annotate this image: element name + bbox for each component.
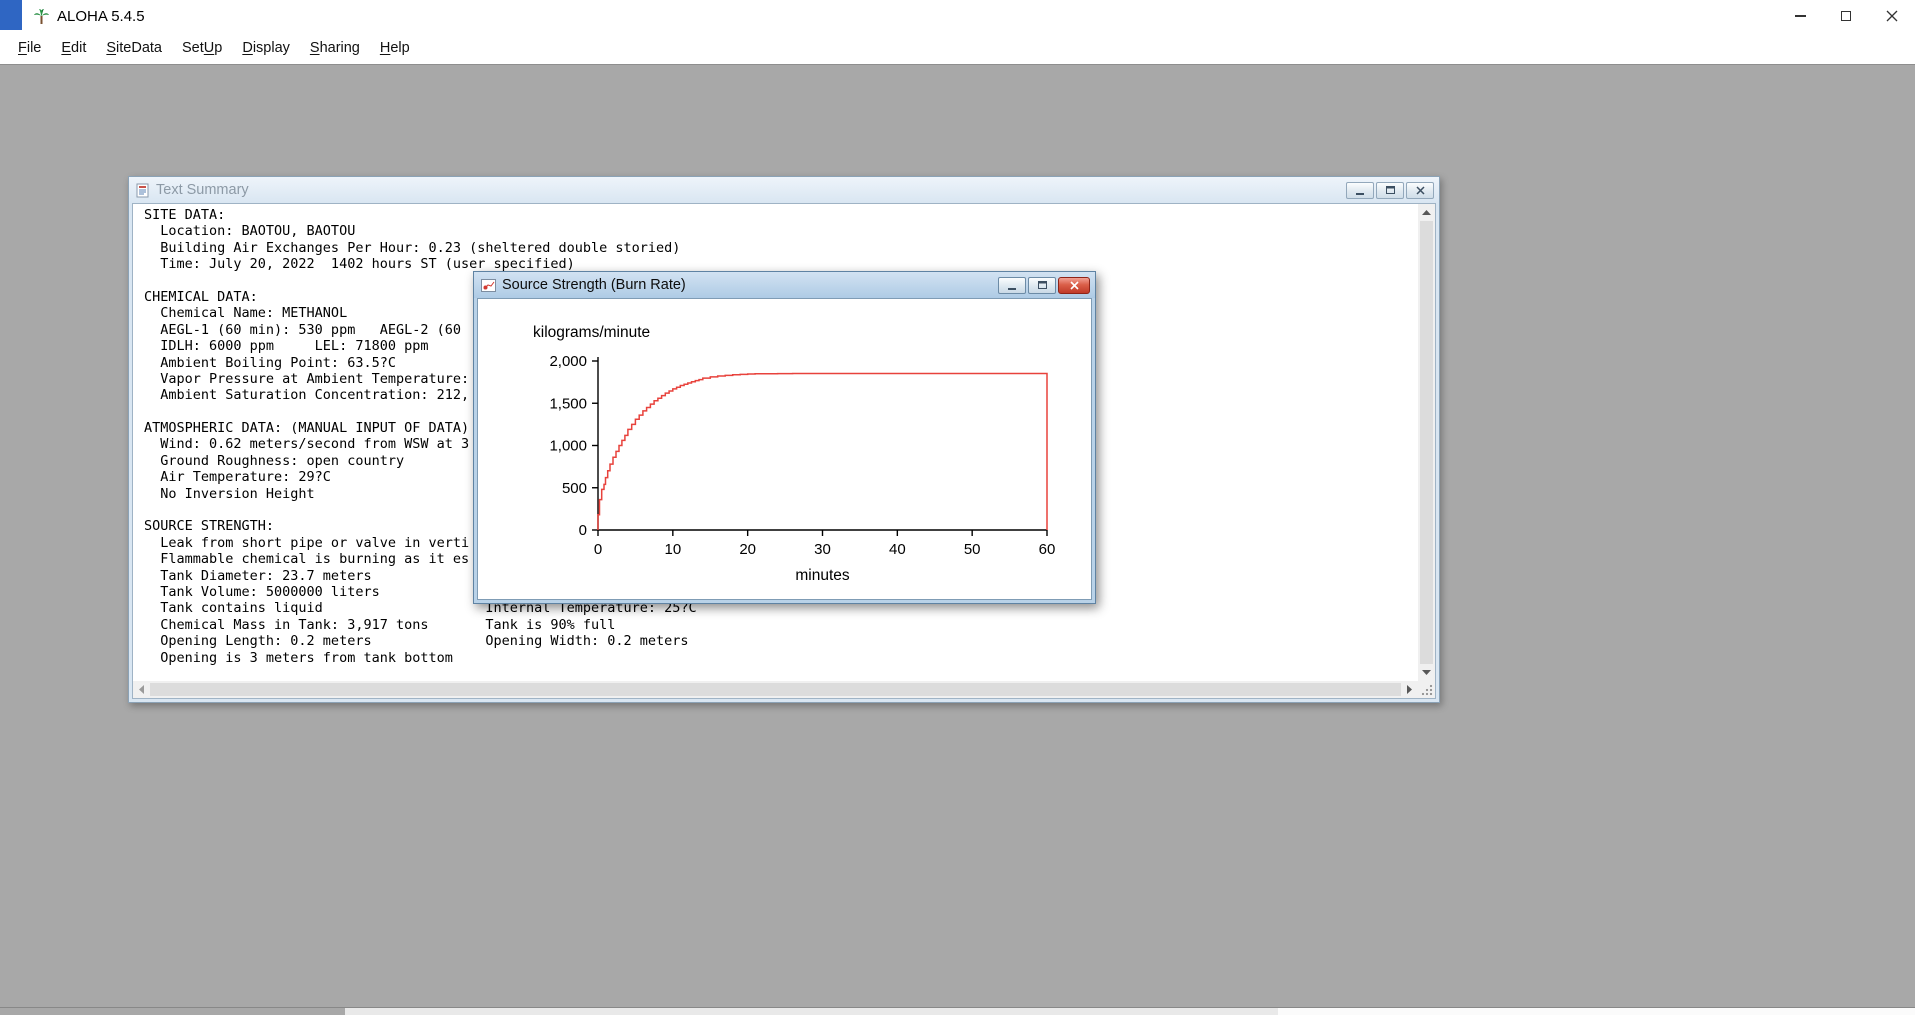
- menu-sitedata[interactable]: SiteData: [96, 35, 172, 61]
- resize-grip-icon: [1421, 684, 1433, 696]
- horizontal-scrollbar[interactable]: [133, 681, 1418, 698]
- menu-sharing[interactable]: Sharing: [300, 35, 370, 61]
- maximize-icon: [1385, 186, 1395, 194]
- scroll-down-button[interactable]: [1418, 664, 1435, 681]
- app-title: ALOHA 5.4.5: [57, 7, 145, 25]
- text-summary-titlebar[interactable]: Text Summary: [129, 177, 1439, 203]
- scroll-left-icon: [139, 685, 144, 694]
- menu-setup[interactable]: SetUp: [172, 35, 232, 61]
- text-summary-doc-icon: [136, 183, 150, 198]
- svg-text:1,500: 1,500: [549, 395, 587, 412]
- burn-rate-chart-icon: [481, 278, 496, 292]
- burn-rate-maximize-button[interactable]: [1028, 276, 1056, 294]
- scroll-right-icon: [1407, 685, 1412, 694]
- minimize-icon: [1356, 192, 1364, 195]
- burn-rate-titlebar[interactable]: Source Strength (Burn Rate): [474, 272, 1095, 298]
- summary-line: Location: BAOTOU, BAOTOU: [144, 223, 356, 240]
- scroll-up-icon: [1422, 210, 1431, 215]
- background-bottom-edge: [0, 1007, 1915, 1015]
- svg-text:minutes: minutes: [795, 567, 850, 584]
- menu-display[interactable]: Display: [232, 35, 300, 61]
- app-maximize-button[interactable]: [1823, 0, 1869, 32]
- svg-text:500: 500: [562, 480, 587, 497]
- app-window-controls: [1777, 0, 1915, 32]
- text-summary-maximize-button[interactable]: [1376, 181, 1404, 199]
- burn-rate-chart: 0 500 1,000 1,500 2,000 0 10 20 30 40 50 60 kilogram…: [533, 324, 1056, 584]
- svg-text:10: 10: [664, 541, 681, 558]
- horizontal-scrollbar-thumb[interactable]: [150, 683, 1401, 696]
- summary-line: Opening is 3 meters from tank bottom: [144, 649, 453, 666]
- burn-rate-chart-area: 0 500 1,000 1,500 2,000 0 10 20 30 40 50 60 kilogram…: [477, 298, 1092, 600]
- text-summary-window-controls: [1346, 181, 1434, 199]
- app-minimize-button[interactable]: [1777, 0, 1823, 32]
- burn-rate-close-button[interactable]: [1058, 276, 1090, 294]
- close-icon: [1069, 280, 1079, 290]
- summary-line: Building Air Exchanges Per Hour: 0.23 (s…: [144, 239, 681, 256]
- summary-line: Opening Length: 0.2 meters Opening Width…: [144, 633, 689, 650]
- scroll-left-button[interactable]: [133, 681, 150, 698]
- mdi-area: Text Summary SITE DATA: Location: BAOTOU…: [0, 64, 1915, 1007]
- svg-text:40: 40: [889, 541, 906, 558]
- resize-grip[interactable]: [1418, 681, 1435, 698]
- menu-file[interactable]: File: [8, 35, 51, 61]
- text-summary-minimize-button[interactable]: [1346, 181, 1374, 199]
- text-summary-close-button[interactable]: [1406, 181, 1434, 199]
- summary-line: Chemical Mass in Tank: 3,917 tons Tank i…: [144, 616, 616, 633]
- burn-rate-minimize-button[interactable]: [998, 276, 1026, 294]
- burn-rate-title: Source Strength (Burn Rate): [502, 277, 686, 293]
- scroll-up-button[interactable]: [1418, 204, 1435, 221]
- vertical-scrollbar[interactable]: [1418, 204, 1435, 681]
- menu-edit[interactable]: Edit: [51, 35, 96, 61]
- svg-text:20: 20: [739, 541, 756, 558]
- text-summary-title: Text Summary: [156, 182, 249, 198]
- svg-text:0: 0: [594, 541, 602, 558]
- vertical-scrollbar-thumb[interactable]: [1420, 221, 1433, 664]
- burn-rate-window: Source Strength (Burn Rate) 0 500 1,000 …: [473, 271, 1096, 604]
- maximize-icon: [1841, 11, 1851, 21]
- aloha-app-icon: [33, 8, 50, 25]
- minimize-icon: [1794, 15, 1806, 17]
- burn-rate-window-controls: [998, 276, 1090, 294]
- maximize-icon: [1037, 281, 1047, 289]
- background-strip-white: [1278, 1008, 1915, 1015]
- background-window-corner: [0, 0, 22, 30]
- summary-line: SITE DATA:: [144, 207, 226, 223]
- menu-help[interactable]: Help: [370, 35, 420, 61]
- svg-text:2,000: 2,000: [549, 353, 587, 370]
- svg-text:0: 0: [579, 522, 587, 539]
- scroll-right-button[interactable]: [1401, 681, 1418, 698]
- background-strip-light: [345, 1008, 1278, 1015]
- svg-text:1,000: 1,000: [549, 438, 587, 455]
- scroll-down-icon: [1422, 670, 1431, 675]
- close-icon: [1886, 10, 1898, 22]
- app-titlebar: ALOHA 5.4.5: [0, 0, 1915, 32]
- svg-text:30: 30: [814, 541, 831, 558]
- screen: ALOHA 5.4.5 File Edit SiteData SetUp Display…: [0, 0, 1915, 1015]
- app-close-button[interactable]: [1869, 0, 1915, 32]
- svg-text:kilograms/minute: kilograms/minute: [533, 324, 650, 341]
- svg-text:50: 50: [964, 541, 981, 558]
- minimize-icon: [1008, 287, 1016, 290]
- close-icon: [1415, 185, 1425, 195]
- menubar: File Edit SiteData SetUp Display Sharing Help: [0, 32, 1915, 64]
- svg-text:60: 60: [1039, 541, 1056, 558]
